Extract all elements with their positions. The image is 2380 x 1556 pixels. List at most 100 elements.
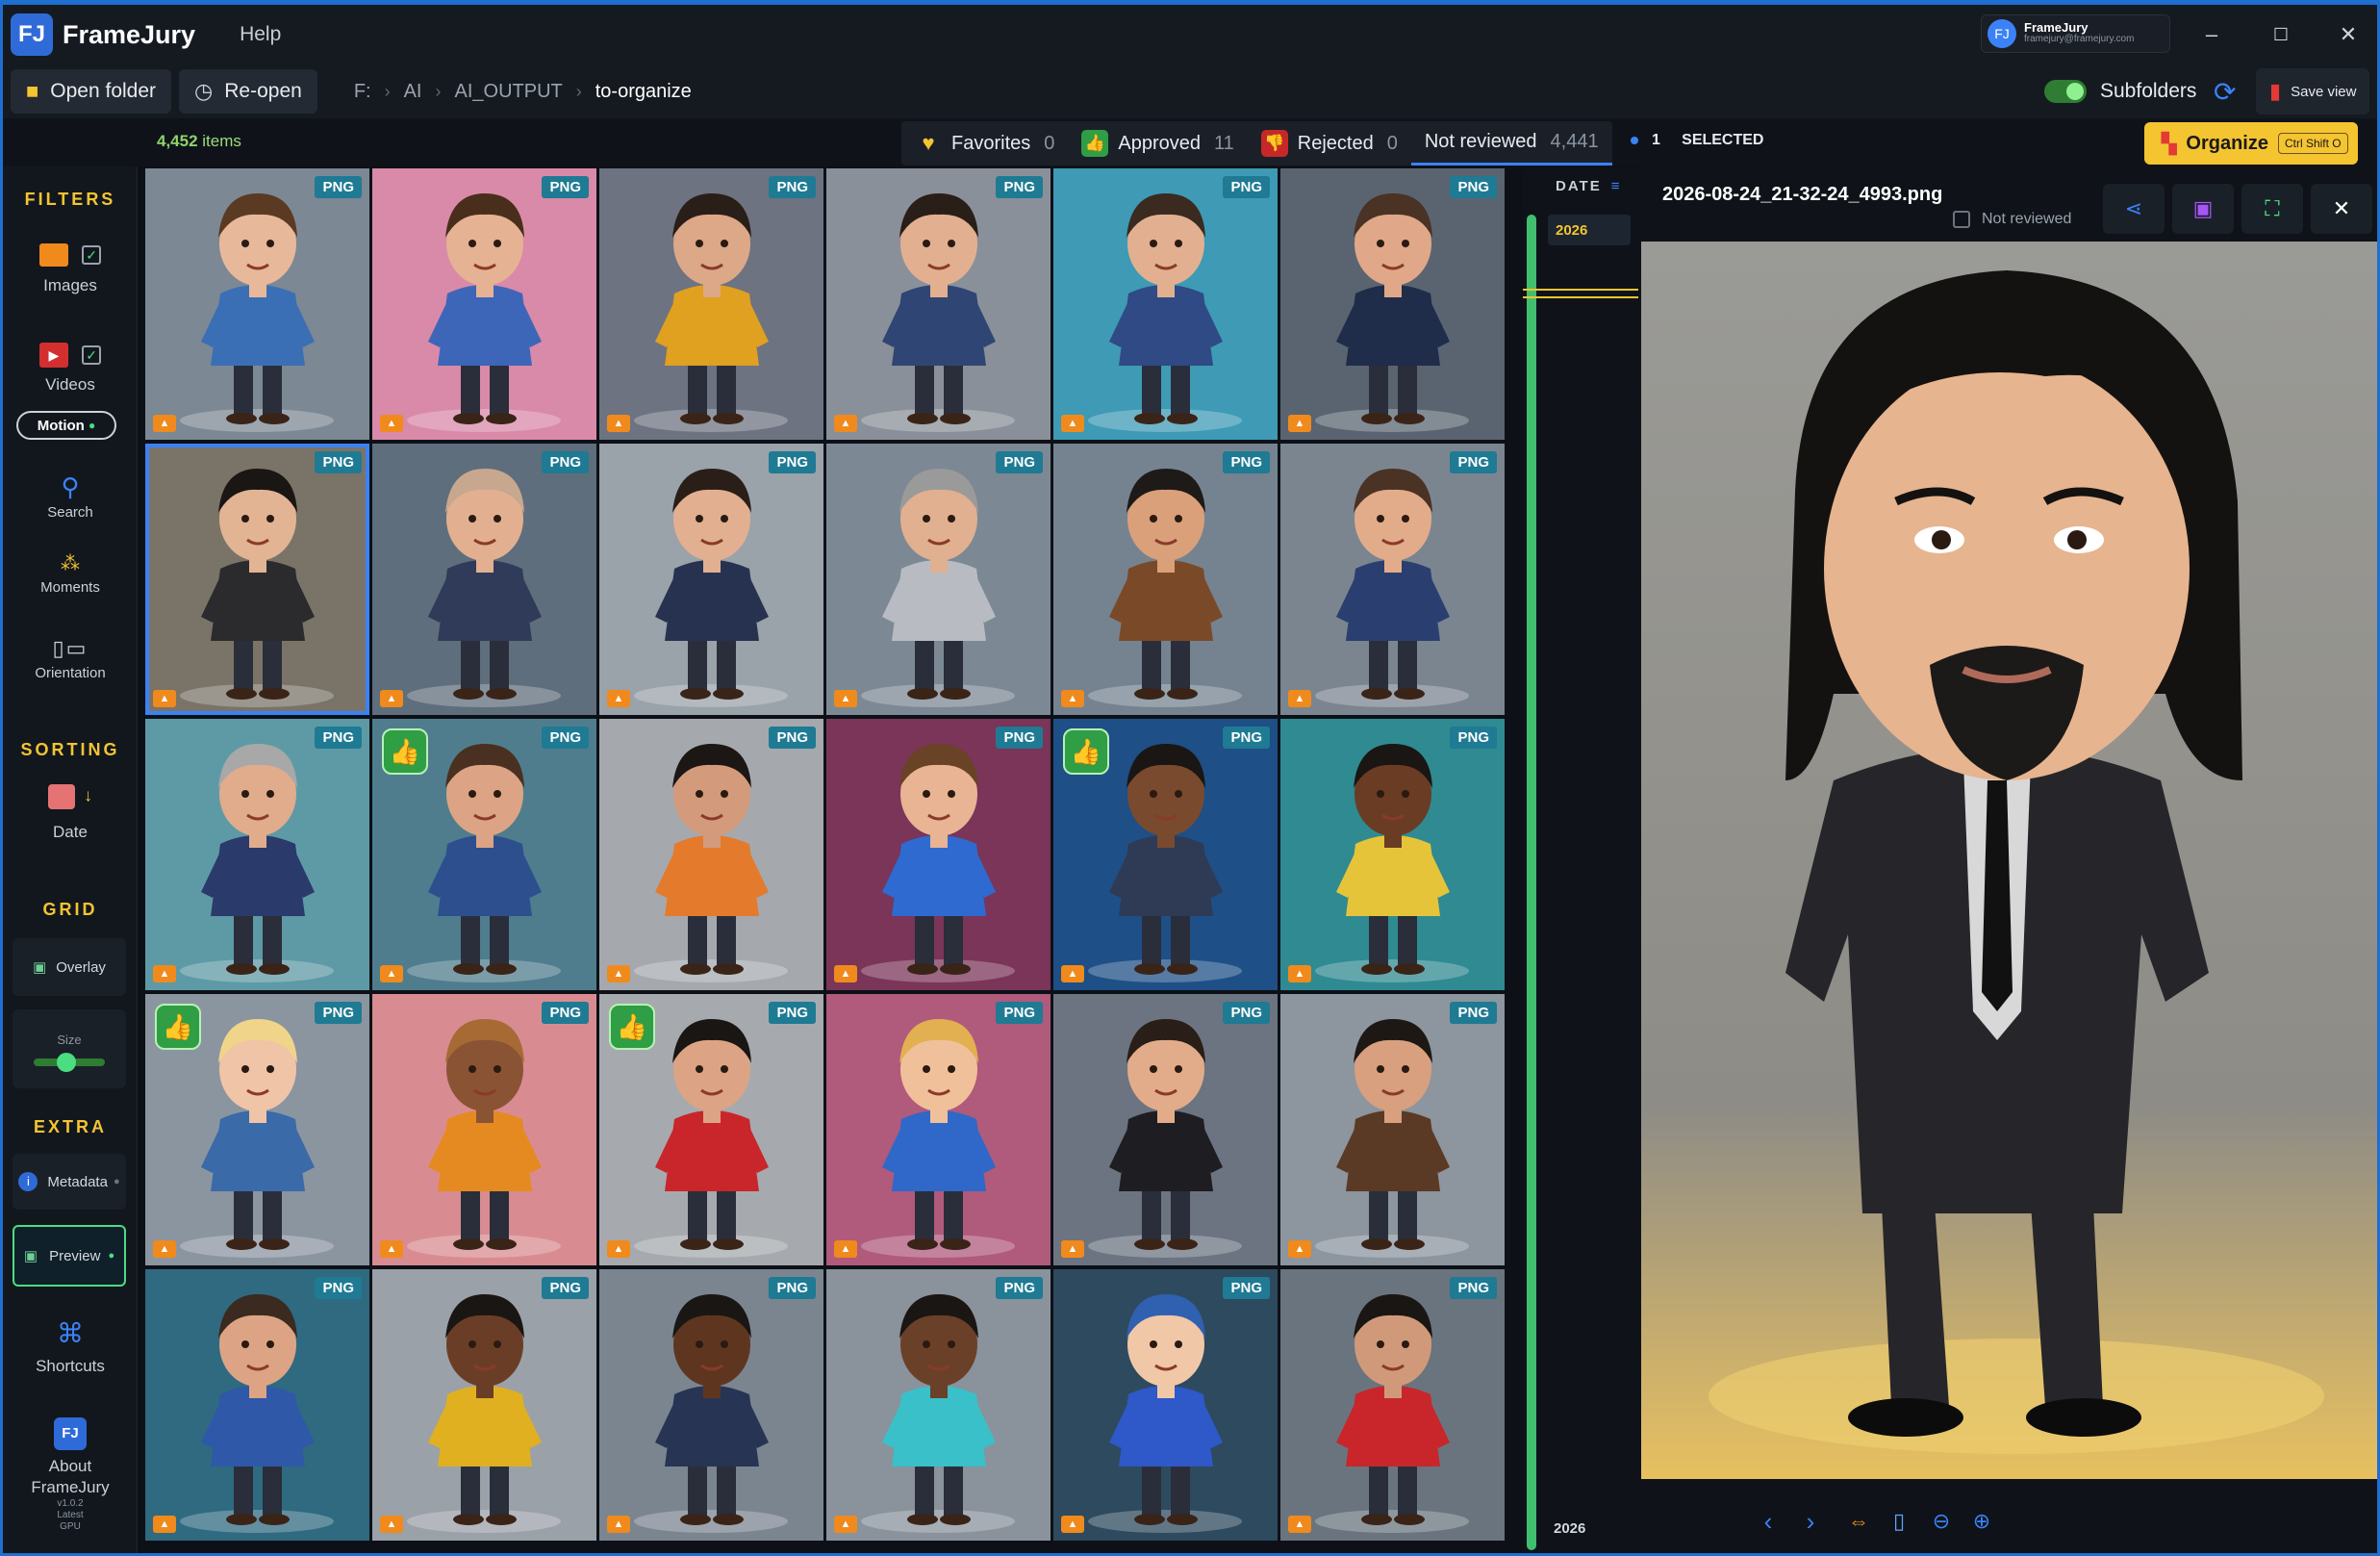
thumbnail-tile[interactable]: PNG ▲ xyxy=(826,719,1051,990)
figure-leg-right xyxy=(263,361,282,417)
maximize-button[interactable]: ☐ xyxy=(2262,18,2300,51)
thumbnail-tile[interactable]: PNG ▲ xyxy=(1053,994,1278,1265)
review-status[interactable]: Not reviewed xyxy=(1953,211,2071,228)
thumbnail-tile[interactable]: PNG ▲ xyxy=(145,719,369,990)
thumbnail-tile[interactable]: PNG ▲ xyxy=(372,168,596,440)
file-type-badge: PNG xyxy=(996,451,1043,473)
fit-width-button[interactable]: ⇔ xyxy=(1839,1502,1878,1541)
timeline-position-marker[interactable] xyxy=(1523,289,1638,298)
motion-toggle[interactable]: Motion ● xyxy=(16,411,116,440)
fullscreen-button[interactable]: ⛶ xyxy=(2241,184,2303,234)
next-image-button[interactable]: › xyxy=(1791,1502,1830,1541)
preview-image[interactable] xyxy=(1641,242,2377,1479)
thumbnail-tile[interactable]: PNG ▲ 👍 xyxy=(372,719,596,990)
preview-floor-light xyxy=(1709,1339,2324,1454)
tab-rejected[interactable]: 👎 Rejected 0 xyxy=(1248,121,1411,166)
figure-leg-right xyxy=(944,636,963,692)
open-folder-button[interactable]: ■ Open folder xyxy=(11,69,172,114)
thumbnail-tile[interactable]: PNG ▲ xyxy=(826,168,1051,440)
moments-filter[interactable]: ⁂ Moments xyxy=(3,551,138,596)
thumbnail-tile[interactable]: PNG ▲ xyxy=(372,994,596,1265)
timeline-scrollbar[interactable] xyxy=(1527,215,1536,1550)
search-filter[interactable]: ⚲ Search xyxy=(3,472,138,521)
thumbnail-tile[interactable]: PNG ▲ xyxy=(145,168,369,440)
about-button[interactable]: FJ About FrameJury v1.0.2 Latest GPU xyxy=(3,1417,138,1533)
filter-images[interactable]: ✓ Images xyxy=(3,243,138,295)
thumbnail-tile[interactable]: PNG ▲ xyxy=(1053,1269,1278,1541)
thumbnail-tile[interactable]: PNG ▲ 👍 xyxy=(599,994,823,1265)
tab-approved[interactable]: 👍 Approved 11 xyxy=(1068,121,1247,166)
account-badge[interactable]: FJ FrameJury framejury@framejury.com xyxy=(1981,14,2170,53)
close-window-button[interactable]: ✕ xyxy=(2329,18,2367,51)
refresh-icon[interactable]: ⟳ xyxy=(2214,76,2236,108)
moments-label: Moments xyxy=(40,579,100,596)
figure-eye-left xyxy=(696,1340,703,1348)
thumbnail-tile[interactable]: PNG ▲ xyxy=(372,1269,596,1541)
breadcrumb-drive[interactable]: F: xyxy=(354,81,371,103)
breadcrumb-current[interactable]: to-organize xyxy=(595,81,692,103)
thumbnail-tile[interactable]: PNG ▲ xyxy=(1280,994,1505,1265)
thumbnail-tile[interactable]: PNG ▲ xyxy=(1053,444,1278,715)
thumbnail-tile[interactable]: PNG ▲ 👍 xyxy=(145,994,369,1265)
thumbnail-tile[interactable]: PNG ▲ xyxy=(1280,444,1505,715)
floor-shadow xyxy=(407,1510,561,1533)
figure-leg-right xyxy=(490,911,509,967)
size-slider[interactable] xyxy=(34,1052,105,1072)
preview-toggle[interactable]: ▣ Preview ● xyxy=(13,1225,126,1287)
help-menu[interactable]: Help xyxy=(240,23,281,46)
zoom-in-button[interactable]: ⊕ xyxy=(1962,1502,2001,1541)
thumbnail-tile[interactable]: PNG ▲ xyxy=(826,994,1051,1265)
thumbnail-tile[interactable]: PNG ▲ xyxy=(1280,1269,1505,1541)
shortcuts-button[interactable]: ⌘ Shortcuts xyxy=(3,1317,138,1376)
copy-button[interactable]: ▣ xyxy=(2172,184,2234,234)
review-status-checkbox[interactable] xyxy=(1953,211,1970,228)
timeline-year-marker[interactable]: 2026 xyxy=(1548,215,1631,245)
figure-leg-left xyxy=(234,361,253,417)
toggle-switch[interactable] xyxy=(2044,80,2087,103)
thumbnail-tile[interactable]: PNG ▲ xyxy=(1280,719,1505,990)
timeline-header[interactable]: DATE ≡ xyxy=(1556,178,1622,194)
actual-size-button[interactable]: ▯ xyxy=(1880,1502,1918,1541)
thumbnail-tile[interactable]: PNG ▲ xyxy=(372,444,596,715)
floor-shadow xyxy=(180,684,334,707)
subfolders-toggle[interactable]: Subfolders xyxy=(2044,74,2196,109)
orientation-filter[interactable]: ▯▭ Orientation xyxy=(3,636,138,681)
minimize-button[interactable]: – xyxy=(2192,18,2231,51)
organize-button[interactable]: ▚ Organize Ctrl Shift O xyxy=(2144,122,2358,165)
close-preview-button[interactable]: ✕ xyxy=(2311,184,2372,234)
thumbnail-tile[interactable]: PNG ▲ xyxy=(599,444,823,715)
images-checkbox[interactable]: ✓ xyxy=(82,245,102,265)
figure-leg-left xyxy=(1369,1186,1388,1242)
tab-not-reviewed[interactable]: Not reviewed 4,441 xyxy=(1410,121,1612,166)
metadata-button[interactable]: i Metadata ● xyxy=(13,1154,126,1210)
breadcrumb-ai-output[interactable]: AI_OUTPUT xyxy=(455,81,563,103)
thumbnail-tile[interactable]: PNG ▲ xyxy=(826,1269,1051,1541)
sort-date[interactable]: ↓ Date xyxy=(3,784,138,842)
thumbnail-tile[interactable]: PNG ▲ xyxy=(1280,168,1505,440)
thumbnail-tile[interactable]: PNG ▲ xyxy=(599,719,823,990)
previous-image-button[interactable]: ‹ xyxy=(1749,1502,1787,1541)
thumbnail-tile[interactable]: PNG ▲ xyxy=(1053,168,1278,440)
thumbnail-tile[interactable]: PNG ▲ 👍 xyxy=(1053,719,1278,990)
figure-eye-right xyxy=(1402,240,1409,247)
thumbs-down-icon: 👎 xyxy=(1260,130,1288,157)
image-icon xyxy=(38,243,68,267)
tab-favorites[interactable]: ♥ Favorites 0 xyxy=(901,121,1068,166)
thumbnail-tile[interactable]: PNG ▲ xyxy=(599,168,823,440)
thumbnail-tile[interactable]: PNG ▲ xyxy=(599,1269,823,1541)
app-logo-icon: FJ xyxy=(54,1417,87,1450)
thumbnail-tile[interactable]: PNG ▲ xyxy=(145,444,369,715)
grid-heading: GRID xyxy=(42,900,98,919)
share-button[interactable]: ⋖ xyxy=(2103,184,2165,234)
size-slider-handle[interactable] xyxy=(57,1052,76,1072)
reopen-button[interactable]: ◷ Re-open xyxy=(179,69,317,114)
date-timeline[interactable]: DATE ≡ 2026 2026 xyxy=(1523,168,1641,1553)
breadcrumb-ai[interactable]: AI xyxy=(404,81,422,103)
thumbnail-tile[interactable]: PNG ▲ xyxy=(826,444,1051,715)
overlay-button[interactable]: ▣ Overlay xyxy=(13,938,126,996)
thumbnail-tile[interactable]: PNG ▲ xyxy=(145,1269,369,1541)
zoom-out-button[interactable]: ⊖ xyxy=(1922,1502,1961,1541)
filter-videos[interactable]: ▶ ✓ Videos xyxy=(3,343,138,395)
save-view-button[interactable]: ▮ Save view xyxy=(2256,68,2370,115)
videos-checkbox[interactable]: ✓ xyxy=(82,345,102,365)
